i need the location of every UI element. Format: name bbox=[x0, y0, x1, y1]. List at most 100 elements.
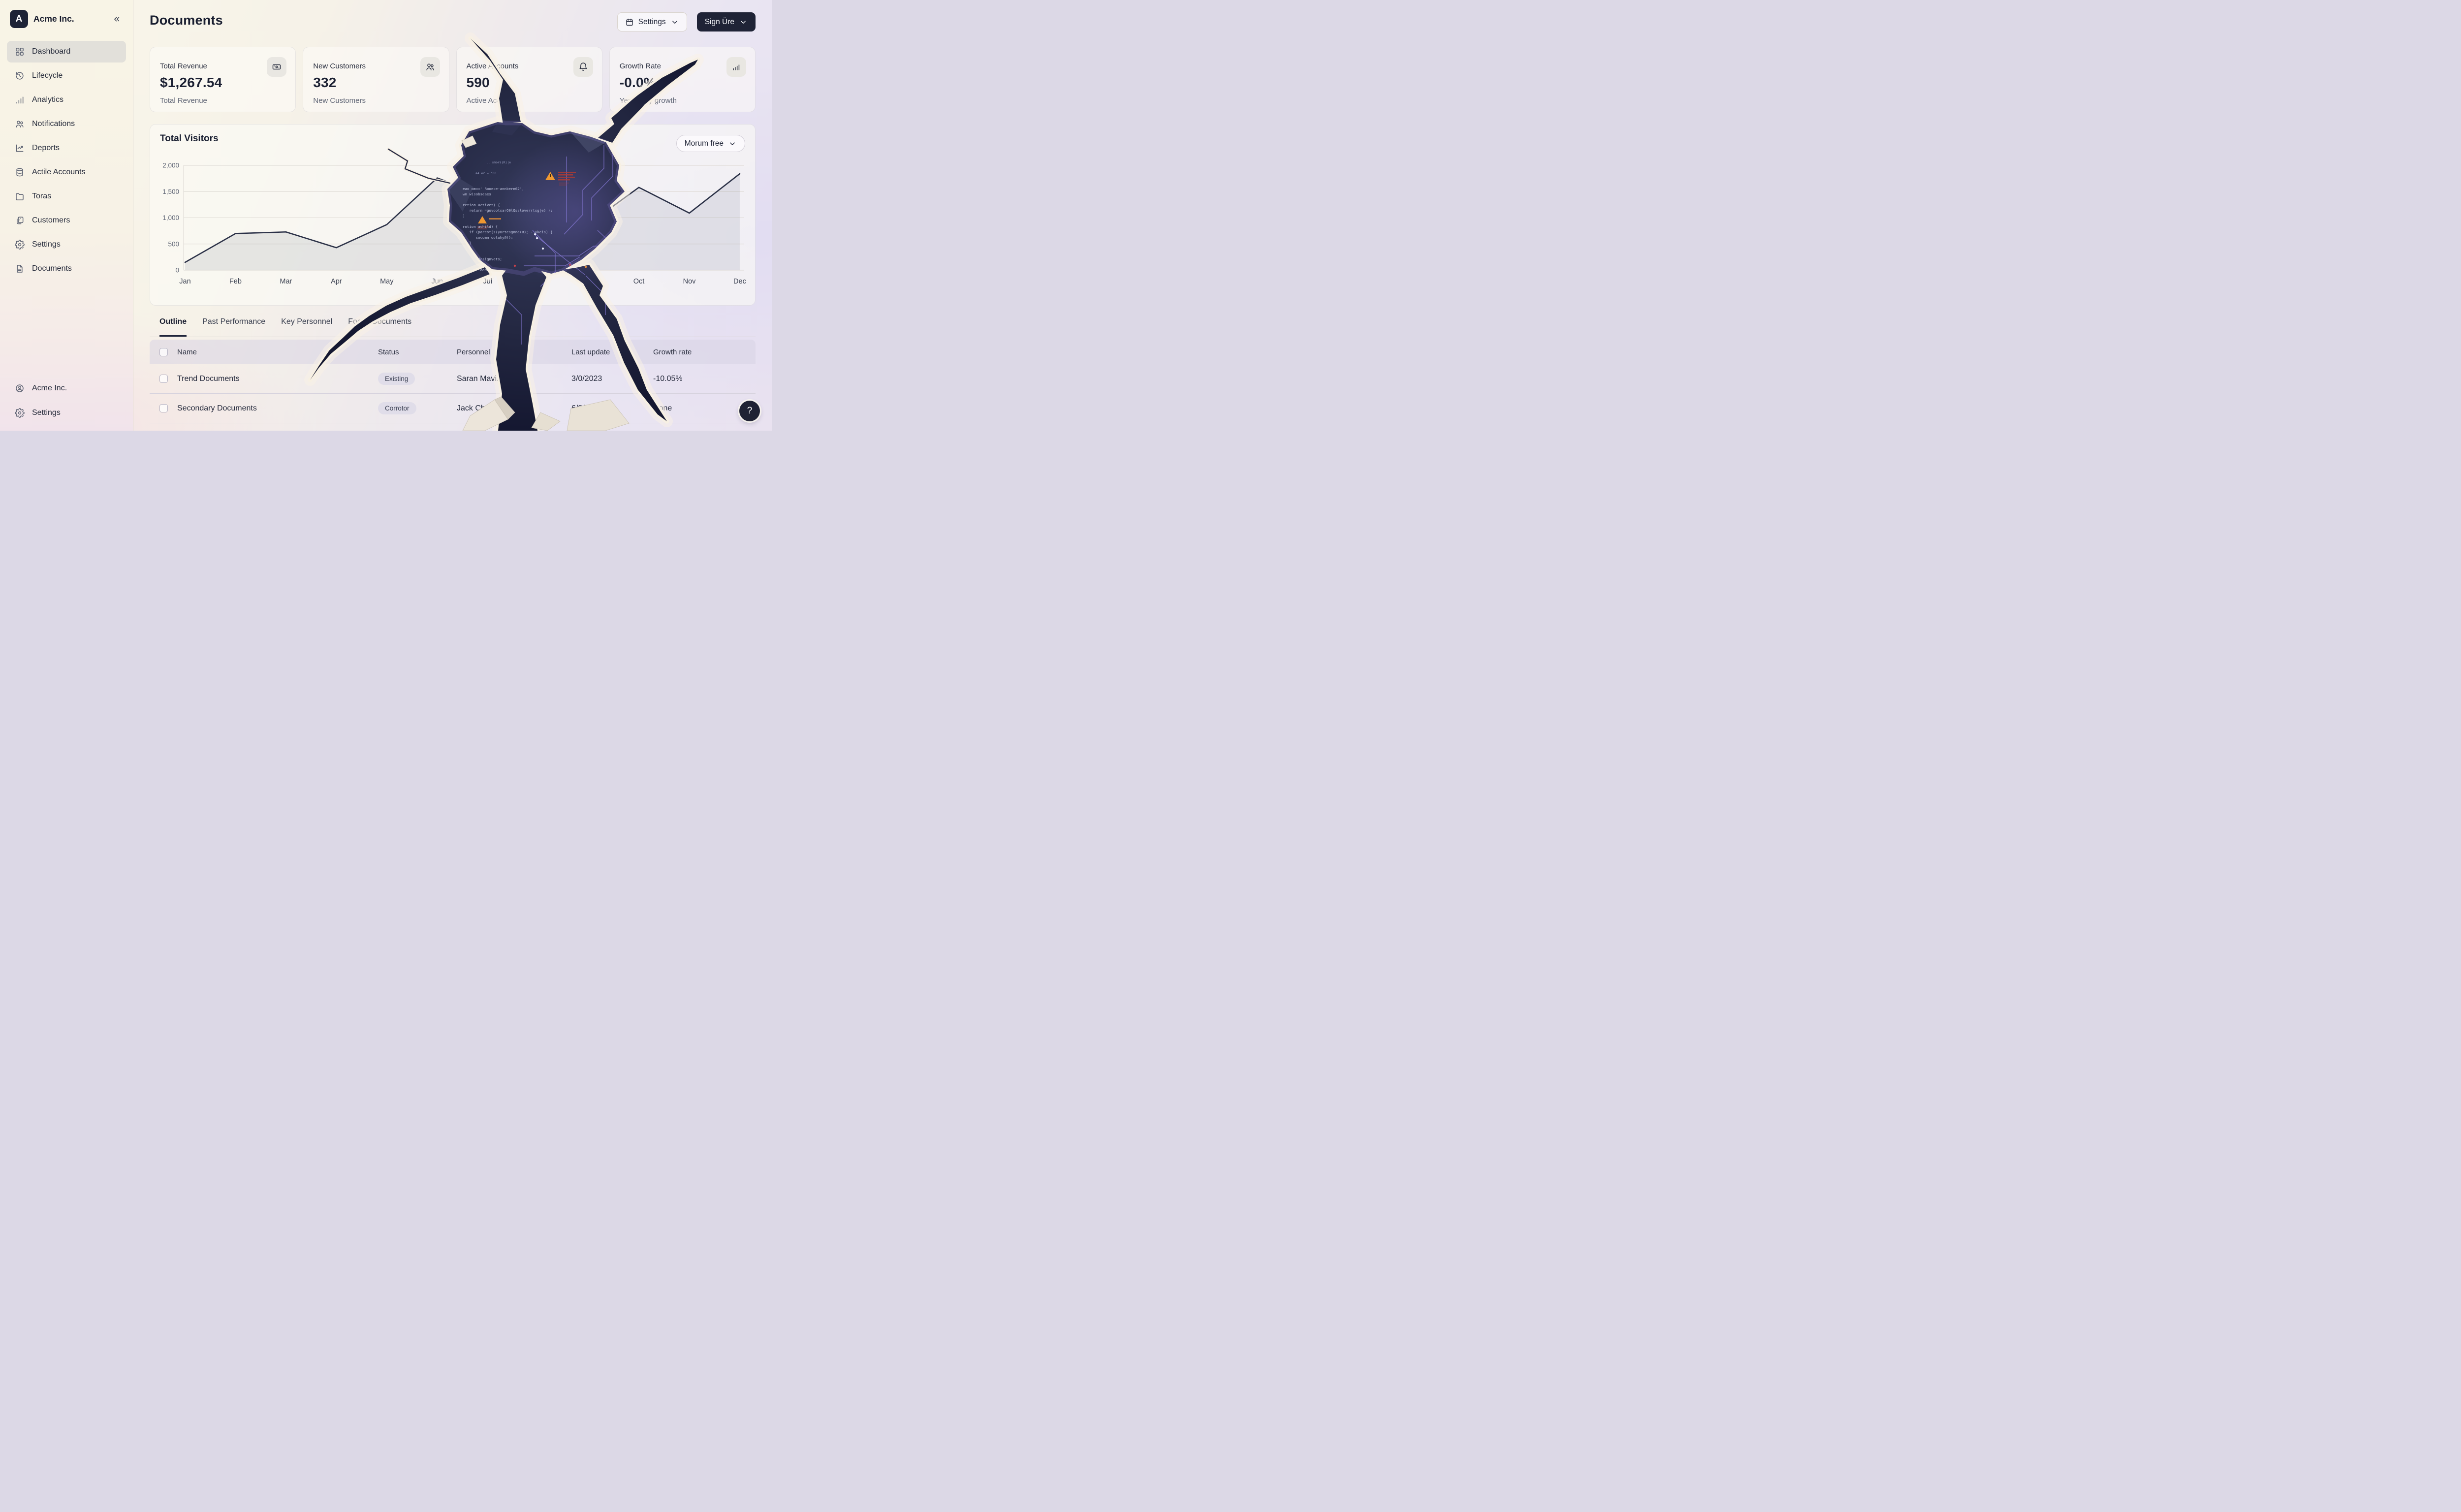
svg-text:Nov: Nov bbox=[683, 278, 696, 285]
cell-personnel: Saran Mavisman bbox=[457, 375, 571, 383]
folder-icon bbox=[15, 191, 25, 201]
help-button[interactable]: ? bbox=[739, 401, 760, 421]
table-header-row: NameStatusPersonnelLast updateGrowth rat… bbox=[150, 340, 756, 364]
cell-name: Trend Documents bbox=[177, 375, 378, 383]
visitors-line-chart: 05001,0001,5002,000JanFebMarAprMayJunJul… bbox=[150, 125, 756, 306]
chart-range-dropdown[interactable]: Morum free bbox=[676, 135, 745, 152]
dashboard-icon bbox=[15, 47, 25, 57]
table-row-secondary-documents: Secondary DocumentsCorrotorJack Chotrer6… bbox=[150, 394, 756, 423]
sidebar-nav: Dashboard Lifecycle Analytics Notifications… bbox=[0, 35, 133, 280]
status-badge: Existing bbox=[378, 373, 415, 385]
gear-icon bbox=[15, 408, 25, 418]
calendar-icon bbox=[625, 18, 634, 27]
tab-key-personnel[interactable]: Key Personnel bbox=[281, 317, 332, 337]
users-icon bbox=[15, 119, 25, 129]
svg-text:Feb: Feb bbox=[229, 278, 242, 285]
svg-text:1,000: 1,000 bbox=[162, 214, 179, 221]
cell-name: Secondary Documents bbox=[177, 404, 378, 413]
settings-dropdown-button[interactable]: Settings bbox=[617, 12, 687, 32]
stat-sub: Total Revenue bbox=[160, 96, 285, 105]
sidebar-item-label: Settings bbox=[32, 240, 61, 249]
stat-cards: Total Revenue$1,267.54Total RevenueNew C… bbox=[150, 47, 756, 112]
svg-text:Dec: Dec bbox=[733, 278, 746, 285]
sidebar-item-notifications[interactable]: Notifications bbox=[7, 113, 126, 135]
select-all-checkbox[interactable] bbox=[159, 348, 168, 356]
stat-value: $1,267.54 bbox=[160, 75, 285, 91]
chevrons-left-icon bbox=[112, 15, 121, 24]
cards-icon bbox=[15, 216, 25, 225]
column-header-name: Name bbox=[177, 348, 378, 356]
folder-icon bbox=[15, 191, 25, 201]
stat-sub: New Customers bbox=[313, 96, 439, 105]
chevron-down-icon bbox=[739, 18, 748, 27]
svg-text:Oct: Oct bbox=[633, 278, 645, 285]
table-body: Trend DocumentsExistingSaran Mavisman3/0… bbox=[150, 364, 756, 423]
dashboard-icon bbox=[15, 47, 25, 57]
calendar-icon bbox=[625, 18, 634, 27]
main-content: Documents Settings Sign Üre Total Revenu… bbox=[133, 0, 772, 431]
user-circle-icon bbox=[15, 383, 25, 393]
sidebar-item-analytics[interactable]: Analytics bbox=[7, 89, 126, 111]
chevron-down-icon bbox=[728, 139, 737, 148]
svg-text:Apr: Apr bbox=[331, 278, 342, 285]
app-root: A Acme Inc. DashboardLifecycleAnalyticsN… bbox=[0, 0, 772, 431]
topbar-actions: Settings Sign Üre bbox=[617, 12, 756, 32]
stat-value: 590 bbox=[467, 75, 592, 91]
svg-text:Jul: Jul bbox=[483, 278, 492, 285]
documents-table: NameStatusPersonnelLast updateGrowth rat… bbox=[150, 340, 756, 431]
gear-icon bbox=[15, 240, 25, 250]
column-header-status: Status bbox=[378, 348, 457, 356]
stat-sub: Active Accounts bbox=[467, 96, 592, 105]
svg-text:May: May bbox=[380, 278, 394, 285]
sidebar-item-lifecycle[interactable]: Lifecycle bbox=[7, 65, 126, 87]
sidebar-item-label: Analytics bbox=[32, 95, 63, 104]
row-checkbox[interactable] bbox=[159, 375, 168, 383]
stat-value: 332 bbox=[313, 75, 439, 91]
svg-text:2,000: 2,000 bbox=[162, 162, 179, 169]
chart-title: Total Visitors bbox=[160, 133, 219, 144]
chevron-down-icon bbox=[739, 18, 748, 27]
sidebar-item-settings[interactable]: Settings bbox=[7, 402, 126, 424]
sidebar-item-label: Acme Inc. bbox=[32, 384, 67, 393]
sidebar-item-label: Lifecycle bbox=[32, 71, 63, 80]
sign-ure-button[interactable]: Sign Üre bbox=[697, 12, 756, 32]
banknote-icon bbox=[272, 62, 282, 72]
tab-outline[interactable]: Outline bbox=[159, 317, 187, 337]
tab-focus-documents[interactable]: Focus Documents bbox=[348, 317, 411, 337]
stat-card-total-revenue: Total Revenue$1,267.54Total Revenue bbox=[150, 47, 296, 112]
sidebar-item-documents[interactable]: Documents bbox=[7, 258, 126, 280]
sidebar-item-deports[interactable]: Deports bbox=[7, 137, 126, 159]
database-icon bbox=[15, 167, 25, 177]
sidebar-footer: Acme Inc. Settings bbox=[7, 378, 126, 424]
sidebar-item-label: Deports bbox=[32, 144, 60, 153]
chevrons-left-icon bbox=[112, 15, 121, 24]
chart-line-icon bbox=[15, 143, 25, 153]
stat-iconbox bbox=[267, 57, 286, 77]
cell-personnel: Jack Chotrer bbox=[457, 404, 571, 413]
sidebar-item-label: Notifications bbox=[32, 120, 75, 128]
history-icon bbox=[15, 71, 25, 81]
sidebar-item-acme-inc[interactable]: Acme Inc. bbox=[7, 378, 126, 399]
svg-text:Aug: Aug bbox=[532, 278, 544, 285]
settings-button-label: Settings bbox=[638, 18, 666, 27]
sidebar-item-customers[interactable]: Customers bbox=[7, 210, 126, 231]
file-text-icon bbox=[15, 264, 25, 274]
bar-chart-icon bbox=[15, 95, 25, 105]
sidebar-collapse-button[interactable] bbox=[112, 15, 124, 24]
stat-sub: Year eiery growth bbox=[620, 96, 745, 105]
sidebar-item-label: Settings bbox=[32, 409, 61, 417]
sidebar-item-toras[interactable]: Toras bbox=[7, 186, 126, 207]
table-row-trend-documents: Trend DocumentsExistingSaran Mavisman3/0… bbox=[150, 364, 756, 394]
file-text-icon bbox=[15, 264, 25, 274]
sidebar-item-label: Toras bbox=[32, 192, 51, 201]
tab-past-performance[interactable]: Past Performance bbox=[202, 317, 265, 337]
page-title: Documents bbox=[150, 13, 223, 28]
stat-value: -0.0% bbox=[620, 75, 745, 91]
column-header-last-update: Last update bbox=[571, 348, 653, 356]
topbar: Documents Settings Sign Üre bbox=[150, 0, 756, 44]
sidebar-item-settings[interactable]: Settings bbox=[7, 234, 126, 255]
sidebar-item-actile-accounts[interactable]: Actile Accounts bbox=[7, 161, 126, 183]
chevron-down-icon bbox=[670, 18, 679, 27]
sidebar-item-dashboard[interactable]: Dashboard bbox=[7, 41, 126, 63]
row-checkbox[interactable] bbox=[159, 404, 168, 412]
